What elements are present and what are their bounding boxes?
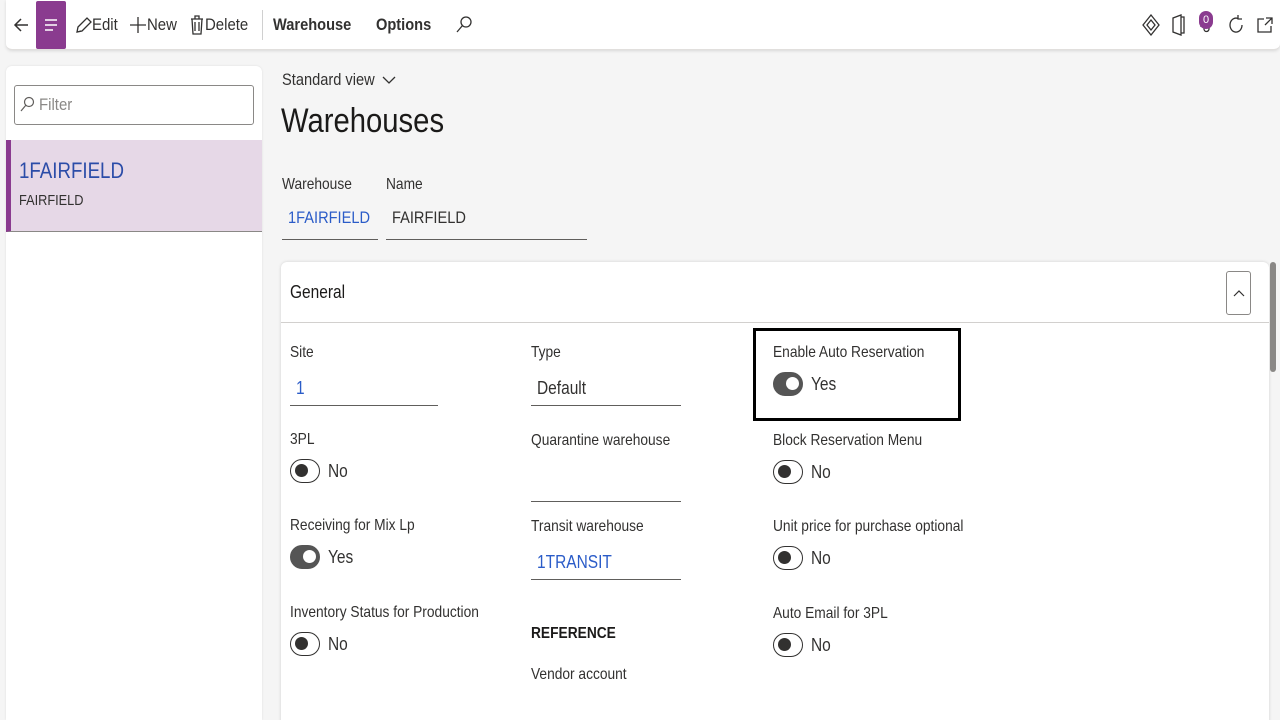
filter-input[interactable]: Filter	[14, 85, 254, 125]
hamburger-icon	[43, 18, 59, 32]
vertical-scrollbar[interactable]	[1270, 262, 1276, 372]
site-label: Site	[290, 344, 314, 361]
power-apps-icon[interactable]	[1142, 14, 1160, 36]
edit-button[interactable]: Edit	[70, 0, 125, 50]
plus-icon	[129, 16, 147, 34]
invstatus-toggle[interactable]	[290, 632, 320, 656]
type-field: Type Default	[531, 344, 681, 406]
quarantine-input[interactable]	[531, 468, 681, 502]
action-pane-right: 0	[1142, 0, 1274, 50]
site-input[interactable]: 1	[290, 372, 438, 406]
list-item-subtitle: FAIRFIELD	[19, 192, 84, 209]
unitprice-toggle[interactable]	[773, 546, 803, 570]
delete-label: Delete	[205, 14, 249, 34]
highlight-box	[753, 328, 961, 421]
open-new-window-icon[interactable]	[1256, 16, 1274, 34]
chevron-down-icon	[382, 75, 396, 85]
collapse-button[interactable]	[1226, 271, 1251, 315]
refresh-icon[interactable]	[1226, 14, 1246, 36]
new-button[interactable]: New	[125, 0, 185, 50]
type-select[interactable]: Default	[531, 372, 681, 406]
mixlp-label: Receiving for Mix Lp	[290, 517, 415, 534]
tab-options[interactable]: Options	[372, 0, 444, 50]
warehouse-label: Warehouse	[282, 176, 352, 193]
autoemail-field: Auto Email for 3PL No	[773, 605, 906, 657]
warehouse-header-field: Warehouse 1FAIRFIELD	[282, 176, 378, 240]
name-label: Name	[386, 176, 423, 193]
unitprice-label: Unit price for purchase optional	[773, 518, 964, 535]
list-pane: Filter 1FAIRFIELD FAIRFIELD	[6, 66, 262, 720]
blockres-toggle[interactable]	[773, 460, 803, 484]
quarantine-field: Quarantine warehouse	[531, 432, 681, 502]
mixlp-value: Yes	[328, 546, 354, 567]
threepl-field: 3PL No	[290, 431, 351, 483]
view-selector[interactable]: Standard view	[282, 70, 396, 90]
page-title: Warehouses	[281, 102, 445, 140]
blockres-field: Block Reservation Menu No	[773, 432, 946, 484]
type-label: Type	[531, 344, 561, 361]
office-icon[interactable]	[1170, 14, 1186, 36]
list-item[interactable]: 1FAIRFIELD FAIRFIELD	[6, 140, 262, 232]
pencil-icon	[74, 15, 92, 35]
unitprice-field: Unit price for purchase optional No	[773, 518, 994, 570]
vendor-label: Vendor account	[531, 666, 627, 683]
blockres-label: Block Reservation Menu	[773, 432, 923, 449]
tab-warehouse[interactable]: Warehouse	[269, 0, 368, 50]
list-item-title: 1FAIRFIELD	[19, 158, 124, 183]
back-button[interactable]	[6, 0, 36, 50]
mixlp-toggle[interactable]	[290, 545, 320, 569]
reference-section: REFERENCE	[531, 625, 630, 643]
threepl-toggle[interactable]	[290, 459, 320, 483]
site-field: Site 1	[290, 344, 438, 406]
general-title: General	[290, 282, 346, 302]
name-header-field: Name FAIRFIELD	[386, 176, 587, 240]
filter-placeholder: Filter	[39, 95, 73, 114]
autoemail-toggle[interactable]	[773, 633, 803, 657]
unitprice-value: No	[811, 547, 831, 568]
transit-field: Transit warehouse 1TRANSIT	[531, 518, 681, 580]
invstatus-value: No	[328, 633, 348, 654]
arrow-left-icon	[12, 16, 30, 34]
menu-button[interactable]	[36, 0, 66, 49]
threepl-value: No	[328, 460, 348, 481]
attachments-badge: 0	[1199, 11, 1213, 29]
view-selector-label: Standard view	[282, 70, 375, 89]
command-separator	[262, 9, 264, 40]
reference-header: REFERENCE	[531, 625, 616, 642]
autoemail-value: No	[811, 634, 831, 655]
search-icon	[19, 96, 35, 114]
blockres-value: No	[811, 461, 831, 482]
transit-label: Transit warehouse	[531, 518, 644, 535]
mixlp-field: Receiving for Mix Lp Yes	[290, 517, 435, 569]
general-fasttab-header[interactable]: General	[281, 262, 1269, 323]
attachments-icon[interactable]: 0	[1196, 11, 1216, 37]
edit-label: Edit	[92, 14, 118, 34]
transit-input[interactable]: 1TRANSIT	[531, 546, 681, 580]
action-pane: Edit New Delete Warehouse Options 0	[6, 0, 1280, 50]
chevron-up-icon	[1233, 289, 1245, 297]
threepl-label: 3PL	[290, 431, 315, 448]
delete-button[interactable]: Delete	[185, 0, 258, 50]
name-value[interactable]: FAIRFIELD	[386, 208, 587, 240]
trash-icon	[189, 14, 205, 36]
warehouse-value-link[interactable]: 1FAIRFIELD	[282, 208, 378, 240]
search-icon	[455, 15, 473, 35]
invstatus-field: Inventory Status for Production No	[290, 604, 510, 656]
vendor-field: Vendor account	[531, 666, 642, 684]
autoemail-label: Auto Email for 3PL	[773, 605, 888, 622]
new-label: New	[147, 14, 178, 34]
quarantine-label: Quarantine warehouse	[531, 432, 671, 449]
search-button[interactable]	[451, 0, 477, 50]
invstatus-label: Inventory Status for Production	[290, 604, 479, 621]
